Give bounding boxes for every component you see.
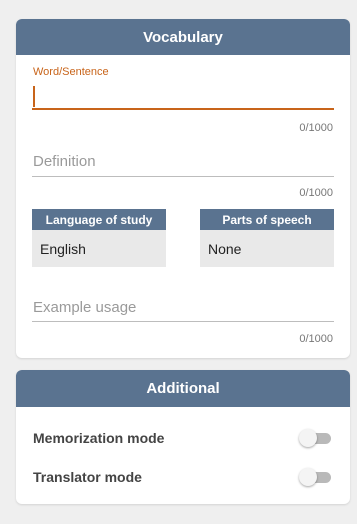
additional-title: Additional	[146, 380, 220, 397]
additional-card: Additional Memorization mode Translator …	[16, 370, 350, 504]
memorization-mode-label: Memorization mode	[33, 430, 165, 446]
definition-counter: 0/1000	[299, 187, 333, 199]
toggle-knob	[299, 429, 317, 447]
vocabulary-title: Vocabulary	[143, 28, 223, 46]
word-sentence-label: Word/Sentence	[33, 66, 109, 78]
language-of-study-value: English	[32, 230, 166, 267]
word-sentence-underline	[32, 108, 334, 110]
translator-mode-label: Translator mode	[33, 469, 142, 485]
memorization-mode-row: Memorization mode	[33, 426, 333, 450]
memorization-mode-toggle[interactable]	[299, 428, 333, 448]
vocabulary-header: Vocabulary	[16, 19, 350, 55]
additional-header: Additional	[16, 370, 350, 407]
definition-placeholder: Definition	[33, 153, 96, 170]
toggle-knob	[299, 468, 317, 486]
example-usage-counter: 0/1000	[299, 333, 333, 345]
word-sentence-counter: 0/1000	[299, 122, 333, 134]
text-caret	[33, 86, 35, 107]
language-of-study-label: Language of study	[32, 209, 166, 230]
definition-underline	[32, 176, 334, 177]
example-usage-underline	[32, 321, 334, 322]
example-usage-placeholder: Example usage	[33, 299, 137, 316]
language-of-study-select[interactable]: Language of study English	[32, 209, 166, 267]
vocabulary-card: Vocabulary Word/Sentence 0/1000 Definiti…	[16, 19, 350, 358]
translator-mode-row: Translator mode	[33, 465, 333, 489]
parts-of-speech-label: Parts of speech	[200, 209, 334, 230]
translator-mode-toggle[interactable]	[299, 467, 333, 487]
parts-of-speech-select[interactable]: Parts of speech None	[200, 209, 334, 267]
parts-of-speech-value: None	[200, 230, 334, 267]
